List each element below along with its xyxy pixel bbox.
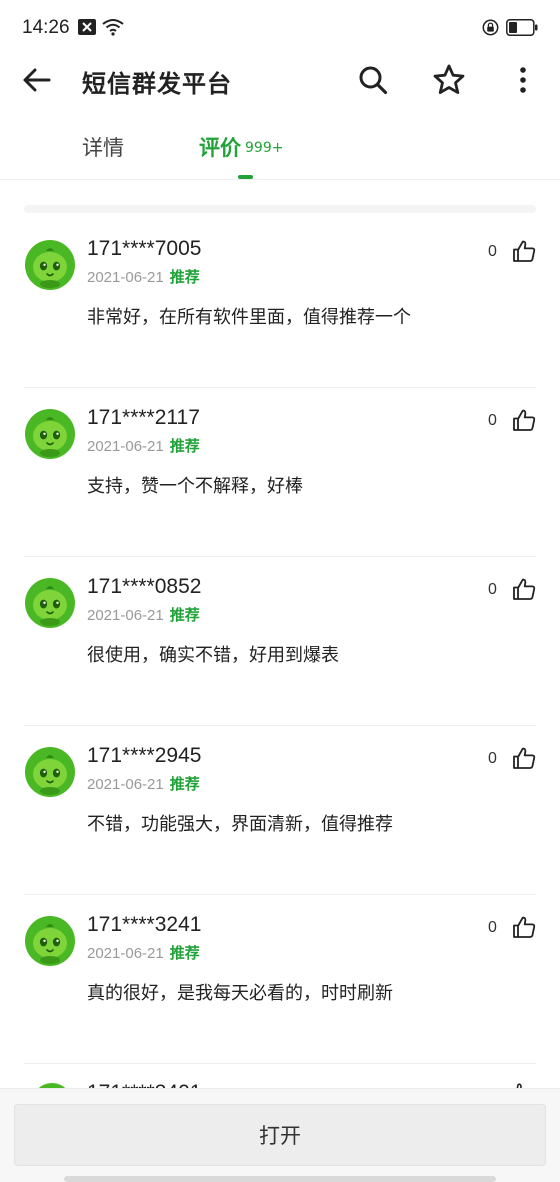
open-button[interactable]: 打开 <box>14 1104 546 1166</box>
review-item: 171****7005 2021-06-21 推荐 非常好，在所有软件里面，值得推… <box>0 219 560 388</box>
battery-icon <box>506 19 538 36</box>
review-text: 支持，赞一个不解释，好棒 <box>87 476 303 497</box>
recommend-badge: 推荐 <box>169 776 200 793</box>
avatar <box>25 578 75 628</box>
thumbs-up-icon[interactable] <box>512 577 536 601</box>
status-bar: 14:26 <box>0 0 560 56</box>
review-text: 很使用，确实不错，好用到爆表 <box>87 645 339 666</box>
more-vertical-icon[interactable] <box>510 64 536 96</box>
review-date: 2021-06-21 <box>87 945 164 962</box>
search-icon[interactable] <box>357 64 389 96</box>
tab-bar: 详情 评价 999+ <box>0 118 560 180</box>
like-count: 0 <box>488 919 497 936</box>
avatar <box>25 409 75 459</box>
review-item: 171****3241 2021-06-21 推荐 真的很好，是我每天必看的，时时… <box>0 895 560 1064</box>
avatar <box>25 916 75 966</box>
thumbs-up-icon[interactable] <box>512 915 536 939</box>
tab-active-indicator <box>238 175 253 179</box>
review-text: 不错，功能强大，界面清新，值得推荐 <box>87 814 393 835</box>
review-item: 171****2945 2021-06-21 推荐 不错，功能强大，界面清新，值得… <box>0 726 560 895</box>
recommend-badge: 推荐 <box>169 269 200 286</box>
close-box-icon <box>78 19 96 35</box>
status-time: 14:26 <box>22 17 70 38</box>
tab-reviews[interactable]: 评价 999+ <box>199 132 283 162</box>
review-username: 171****0852 <box>87 575 202 598</box>
list-top-divider <box>24 205 536 213</box>
avatar <box>25 747 75 797</box>
tab-details[interactable]: 详情 <box>82 132 124 162</box>
back-arrow-icon[interactable] <box>20 64 54 96</box>
app-bar: 短信群发平台 <box>0 56 560 104</box>
review-username: 171****2117 <box>87 406 200 429</box>
review-meta: 2021-06-21 推荐 <box>87 435 200 456</box>
review-username: 171****2945 <box>87 744 202 767</box>
recommend-badge: 推荐 <box>169 945 200 962</box>
app-title: 短信群发平台 <box>82 70 232 98</box>
star-outline-icon[interactable] <box>432 63 466 97</box>
review-date: 2021-06-21 <box>87 776 164 793</box>
review-date: 2021-06-21 <box>87 269 164 286</box>
tab-reviews-label: 评价 <box>199 136 241 160</box>
thumbs-up-icon[interactable] <box>512 746 536 770</box>
review-text: 非常好，在所有软件里面，值得推荐一个 <box>87 307 411 328</box>
wifi-icon <box>102 19 124 36</box>
recommend-badge: 推荐 <box>169 607 200 624</box>
review-date: 2021-06-21 <box>87 607 164 624</box>
review-date: 2021-06-21 <box>87 438 164 455</box>
lock-rotation-icon <box>482 19 499 36</box>
tab-reviews-count: 999+ <box>245 140 284 156</box>
review-username: 171****7005 <box>87 237 202 260</box>
like-count: 0 <box>488 243 497 260</box>
bottom-action-bar: 打开 <box>0 1088 560 1182</box>
thumbs-up-icon[interactable] <box>512 239 536 263</box>
review-meta: 2021-06-21 推荐 <box>87 942 200 963</box>
like-count: 0 <box>488 750 497 767</box>
divider <box>24 1063 536 1064</box>
review-meta: 2021-06-21 推荐 <box>87 266 200 287</box>
home-indicator <box>64 1176 496 1182</box>
thumbs-up-icon[interactable] <box>512 408 536 432</box>
recommend-badge: 推荐 <box>169 438 200 455</box>
review-meta: 2021-06-21 推荐 <box>87 773 200 794</box>
review-item: 171****2117 2021-06-21 推荐 支持，赞一个不解释，好棒 0 <box>0 388 560 557</box>
review-meta: 2021-06-21 推荐 <box>87 604 200 625</box>
like-count: 0 <box>488 581 497 598</box>
review-item: 171****0852 2021-06-21 推荐 很使用，确实不错，好用到爆表 … <box>0 557 560 726</box>
like-count: 0 <box>488 412 497 429</box>
avatar <box>25 240 75 290</box>
review-text: 真的很好，是我每天必看的，时时刷新 <box>87 983 393 1004</box>
review-username: 171****3241 <box>87 913 202 936</box>
